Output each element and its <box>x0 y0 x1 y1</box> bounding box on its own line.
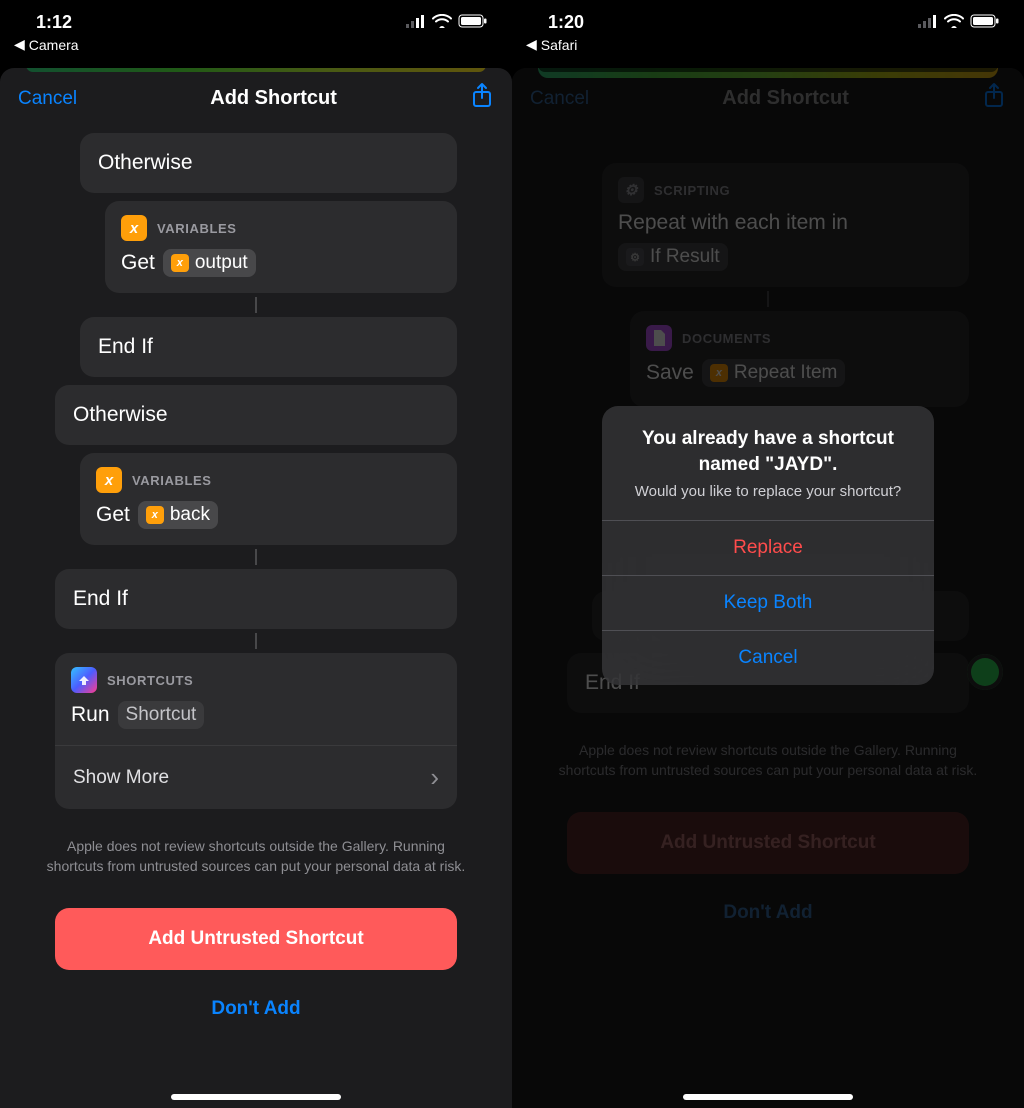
action-otherwise[interactable]: Otherwise <box>55 385 457 445</box>
action-line: Repeat with each item in <box>618 211 848 235</box>
sheet-navbar: Cancel Add Shortcut <box>512 68 1024 129</box>
home-indicator[interactable] <box>171 1094 341 1100</box>
scripting-icon: ⚙ <box>618 177 644 203</box>
action-verb: Get <box>96 503 130 527</box>
variable-mini-icon: x <box>146 506 164 524</box>
action-category: DOCUMENTS <box>682 331 771 346</box>
alert-keep-both-button[interactable]: Keep Both <box>602 575 934 630</box>
back-app-label: Camera <box>29 37 79 53</box>
shortcuts-app-icon <box>71 667 97 693</box>
replace-shortcut-alert: You already have a shortcut named "JAYD"… <box>602 406 934 685</box>
add-action-button[interactable] <box>967 654 1003 690</box>
documents-icon <box>646 325 672 351</box>
variable-icon: x <box>96 467 122 493</box>
cancel-button[interactable]: Cancel <box>530 88 589 110</box>
variable-icon: x <box>121 215 147 241</box>
status-icons <box>918 12 1000 33</box>
action-verb: Save <box>646 361 694 385</box>
signal-icon <box>406 12 426 33</box>
back-caret-icon: ◀ <box>14 36 25 53</box>
add-untrusted-button[interactable]: Add Untrusted Shortcut <box>55 908 457 970</box>
magic-var-icon: ⚙ <box>626 248 644 266</box>
connector <box>767 291 769 307</box>
add-untrusted-button[interactable]: Add Untrusted Shortcut <box>567 812 969 874</box>
action-category: SCRIPTING <box>654 183 730 198</box>
chevron-right-icon <box>430 762 439 793</box>
status-time: 1:12 <box>36 12 72 33</box>
back-app-label: Safari <box>541 37 578 53</box>
variable-mini-icon: x <box>171 254 189 272</box>
variable-pill[interactable]: x Repeat Item <box>702 359 846 387</box>
connector <box>255 297 257 313</box>
battery-icon <box>458 12 488 33</box>
battery-icon <box>970 12 1000 33</box>
wifi-icon <box>432 12 452 33</box>
action-get-variable-back[interactable]: x VARIABLES Get x back <box>80 453 457 545</box>
connector <box>255 633 257 649</box>
action-end-if[interactable]: End If <box>55 569 457 629</box>
share-button[interactable] <box>982 82 1006 115</box>
action-repeat-each[interactable]: ⚙ SCRIPTING Repeat with each item in ⚙ I… <box>602 163 969 287</box>
alert-title: You already have a shortcut named "JAYD"… <box>602 406 934 481</box>
signal-icon <box>918 12 938 33</box>
variable-pill[interactable]: x output <box>163 249 256 277</box>
back-to-app-link[interactable]: ◀ Camera <box>0 36 512 59</box>
action-run-shortcut[interactable]: SHORTCUTS Run Shortcut Show More <box>55 653 457 809</box>
action-end-if[interactable]: End If <box>80 317 457 377</box>
variable-pill[interactable]: ⚙ If Result <box>618 243 728 271</box>
action-get-variable-output[interactable]: x VARIABLES Get x output <box>105 201 457 293</box>
sheet-title: Add Shortcut <box>722 87 849 110</box>
dont-add-button[interactable]: Don't Add <box>0 978 512 1040</box>
share-button[interactable] <box>470 82 494 115</box>
cancel-button[interactable]: Cancel <box>18 88 77 110</box>
disclaimer-text: Apple does not review shortcuts outside … <box>512 717 1024 804</box>
connector <box>255 549 257 565</box>
action-verb: Get <box>121 251 155 275</box>
status-bar: 1:20 <box>512 0 1024 36</box>
shortcut-flow: Otherwise x VARIABLES Get x output End I… <box>0 129 512 1052</box>
status-bar: 1:12 <box>0 0 512 36</box>
back-caret-icon: ◀ <box>526 36 537 53</box>
action-category: SHORTCUTS <box>107 673 193 688</box>
variable-pill[interactable]: x back <box>138 501 218 529</box>
action-category: VARIABLES <box>157 221 237 236</box>
alert-replace-button[interactable]: Replace <box>602 520 934 575</box>
alert-cancel-button[interactable]: Cancel <box>602 630 934 685</box>
sheet-title: Add Shortcut <box>210 87 337 110</box>
action-verb: Run <box>71 703 110 727</box>
action-save-file[interactable]: DOCUMENTS Save x Repeat Item <box>630 311 969 407</box>
variable-mini-icon: x <box>710 364 728 382</box>
action-category: VARIABLES <box>132 473 212 488</box>
shortcut-placeholder-pill[interactable]: Shortcut <box>118 701 205 729</box>
alert-message: Would you like to replace your shortcut? <box>602 481 934 520</box>
status-icons <box>406 12 488 33</box>
back-to-app-link[interactable]: ◀ Safari <box>512 36 1024 59</box>
status-time: 1:20 <box>548 12 584 33</box>
show-more-row[interactable]: Show More <box>55 745 457 809</box>
phone-right: 1:20 ◀ Safari Cancel Add Shortcut <box>512 0 1024 1108</box>
action-otherwise[interactable]: Otherwise <box>80 133 457 193</box>
phone-left: 1:12 ◀ Camera Cancel Add Shortcut <box>0 0 512 1108</box>
disclaimer-text: Apple does not review shortcuts outside … <box>0 813 512 900</box>
dont-add-button[interactable]: Don't Add <box>512 882 1024 944</box>
sheet-navbar: Cancel Add Shortcut <box>0 68 512 129</box>
home-indicator[interactable] <box>683 1094 853 1100</box>
wifi-icon <box>944 12 964 33</box>
add-shortcut-sheet: Cancel Add Shortcut Otherwise x VARIABLE… <box>0 68 512 1108</box>
